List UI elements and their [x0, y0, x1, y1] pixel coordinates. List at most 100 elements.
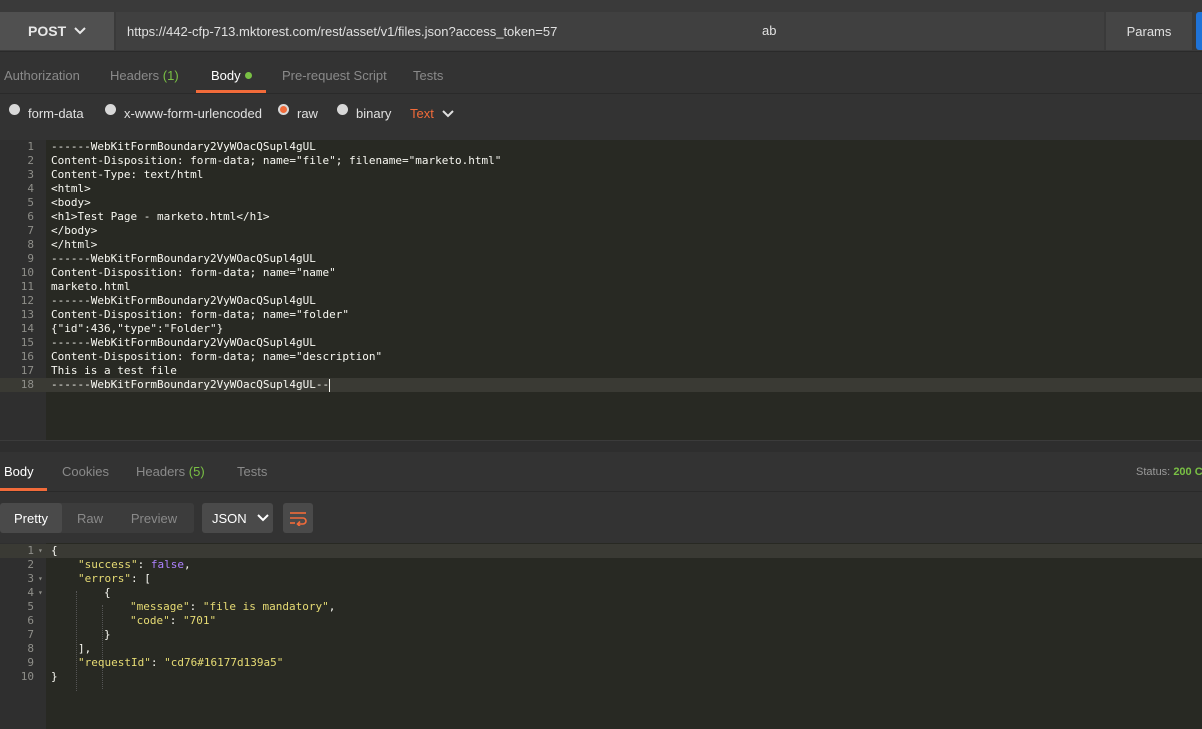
radio-urlencoded-label: x-www-form-urlencoded: [124, 106, 262, 121]
response-tab-cookies[interactable]: Cookies: [62, 464, 109, 479]
request-body-line: 17 This is a test file: [0, 364, 1202, 378]
radio-icon: [337, 104, 348, 115]
method-label: POST: [28, 23, 67, 39]
radio-selected-icon: [278, 104, 289, 115]
status-value: 200 C: [1173, 466, 1202, 478]
params-button[interactable]: Params: [1106, 12, 1192, 50]
response-line-2: 2 "success": false,: [27, 558, 191, 571]
content-type-dropdown[interactable]: Text: [410, 106, 454, 121]
view-raw-button[interactable]: Raw: [62, 503, 118, 533]
radio-raw-label: raw: [297, 106, 318, 121]
line-number: 8: [27, 238, 34, 251]
format-dropdown[interactable]: JSON: [202, 503, 273, 533]
tab-headers[interactable]: Headers (1): [110, 68, 179, 83]
tab-authorization[interactable]: Authorization: [4, 68, 80, 83]
line-text: </body>: [51, 224, 98, 237]
line-number: 11: [20, 280, 34, 293]
line-text: ------WebKitFormBoundary2VyWOacQSupl4gUL: [51, 252, 316, 265]
tab-prerequest-script[interactable]: Pre-request Script: [282, 68, 387, 83]
format-label: JSON: [212, 510, 247, 526]
line-text: Content-Type: text/html: [51, 168, 204, 181]
request-body-line: 11 marketo.html: [0, 280, 1202, 294]
response-body-viewer[interactable]: 1 ▾{ 2 "success": false, 3 ▾ "errors": [ 4 ▾{…: [0, 543, 1202, 729]
radio-raw[interactable]: raw: [278, 104, 318, 121]
chevron-down-icon: [442, 109, 454, 117]
request-tabs: Authorization Headers (1) Body Pre-reque…: [0, 56, 1202, 94]
response-tab-headers-label: Headers: [136, 464, 186, 479]
view-pretty-button[interactable]: Pretty: [0, 503, 62, 533]
line-number: 6: [27, 210, 34, 223]
send-button-edge[interactable]: [1196, 12, 1202, 50]
response-tab-body[interactable]: Body: [4, 464, 34, 479]
request-body-line: 6 <h1>Test Page - marketo.html</h1>: [0, 210, 1202, 224]
params-label: Params: [1126, 23, 1172, 39]
line-number: 1: [27, 140, 34, 153]
tab-body[interactable]: Body: [211, 68, 252, 83]
line-number: 4: [27, 182, 34, 195]
request-body-line: 12 ------WebKitFormBoundary2VyWOacQSupl4g…: [0, 294, 1202, 308]
line-text: {"id":436,"type":"Folder"}: [51, 322, 224, 335]
status-label: Status:: [1136, 466, 1171, 478]
response-line-1: 1 ▾{: [0, 544, 1202, 558]
active-response-tab-underline: [0, 488, 47, 491]
request-body-line: 18 ------WebKitFormBoundary2VyWOacQSupl4g…: [0, 378, 1202, 392]
response-line-5: 5 "message": "file is mandatory",: [27, 600, 336, 613]
line-number: 5: [27, 196, 34, 209]
tab-body-label: Body: [211, 68, 241, 83]
line-text: Content-Disposition: form-data; name="fo…: [51, 308, 350, 321]
text-cursor: [329, 379, 331, 392]
request-body-line: 5 <body>: [0, 196, 1202, 210]
chevron-down-icon: [74, 27, 86, 35]
request-body-line: 10 Content-Disposition: form-data; name="…: [0, 266, 1202, 280]
radio-binary[interactable]: binary: [337, 104, 392, 121]
tab-headers-label: Headers: [110, 68, 160, 83]
response-tab-headers[interactable]: Headers (5): [136, 464, 205, 479]
tab-headers-count: (1): [162, 68, 179, 83]
line-number: 3: [27, 168, 34, 181]
line-text: ------WebKitFormBoundary2VyWOacQSupl4gUL: [51, 294, 316, 307]
view-preview-button[interactable]: Preview: [118, 503, 190, 533]
request-body-line: 14 {"id":436,"type":"Folder"}: [0, 322, 1202, 336]
active-tab-underline: [196, 90, 266, 93]
line-number: 18: [20, 378, 34, 391]
line-number: 10: [20, 266, 34, 279]
response-tab-tests[interactable]: Tests: [237, 464, 267, 479]
wrap-lines-button[interactable]: [283, 503, 313, 533]
pane-splitter[interactable]: [0, 440, 1202, 452]
tab-tests[interactable]: Tests: [413, 68, 443, 83]
response-line-3: 3 ▾ "errors": [: [27, 572, 151, 585]
line-text: Content-Disposition: form-data; name="de…: [51, 350, 383, 363]
line-text: ------WebKitFormBoundary2VyWOacQSupl4gUL: [51, 336, 316, 349]
response-line-8: 8],: [27, 642, 92, 655]
line-number: 2: [27, 154, 34, 167]
radio-binary-label: binary: [356, 106, 392, 121]
body-type-options: form-data x-www-form-urlencoded raw bina…: [0, 95, 1202, 137]
response-tab-headers-count: (5): [188, 464, 205, 479]
line-text: marketo.html: [51, 280, 131, 293]
line-number: 16: [20, 350, 34, 363]
radio-urlencoded[interactable]: x-www-form-urlencoded: [105, 104, 262, 121]
line-number: 14: [20, 322, 34, 335]
radio-form-data[interactable]: form-data: [9, 104, 84, 121]
line-text: ------WebKitFormBoundary2VyWOacQSupl4gUL…: [51, 378, 330, 391]
line-text: <h1>Test Page - marketo.html</h1>: [51, 210, 270, 223]
line-number: 12: [20, 294, 34, 307]
response-line-4: 4 ▾{: [27, 586, 111, 599]
window-top-strip: [0, 0, 1202, 10]
radio-icon: [9, 104, 20, 115]
url-input[interactable]: https://442-cfp-713.mktorest.com/rest/as…: [116, 12, 1104, 50]
line-number: 17: [20, 364, 34, 377]
response-tabs: Body Cookies Headers (5) Tests Status: 2…: [0, 452, 1202, 492]
line-text: This is a test file: [51, 364, 177, 377]
url-text: https://442-cfp-713.mktorest.com/rest/as…: [127, 23, 558, 39]
request-body-line: 15 ------WebKitFormBoundary2VyWOacQSupl4g…: [0, 336, 1202, 350]
method-dropdown[interactable]: POST: [0, 12, 114, 50]
request-body-line: 1 ------WebKitFormBoundary2VyWOacQSupl4gU…: [0, 140, 1202, 154]
request-body-line: 16 Content-Disposition: form-data; name="…: [0, 350, 1202, 364]
line-text: ------WebKitFormBoundary2VyWOacQSupl4gUL: [51, 140, 316, 153]
request-body-editor[interactable]: 1 ------WebKitFormBoundary2VyWOacQSupl4gU…: [0, 140, 1202, 440]
line-text: <html>: [51, 182, 91, 195]
response-line-9: 9 "requestId": "cd76#16177d139a5": [27, 656, 284, 669]
request-body-line: 2 Content-Disposition: form-data; name="f…: [0, 154, 1202, 168]
response-line-7: 7}: [27, 628, 111, 641]
